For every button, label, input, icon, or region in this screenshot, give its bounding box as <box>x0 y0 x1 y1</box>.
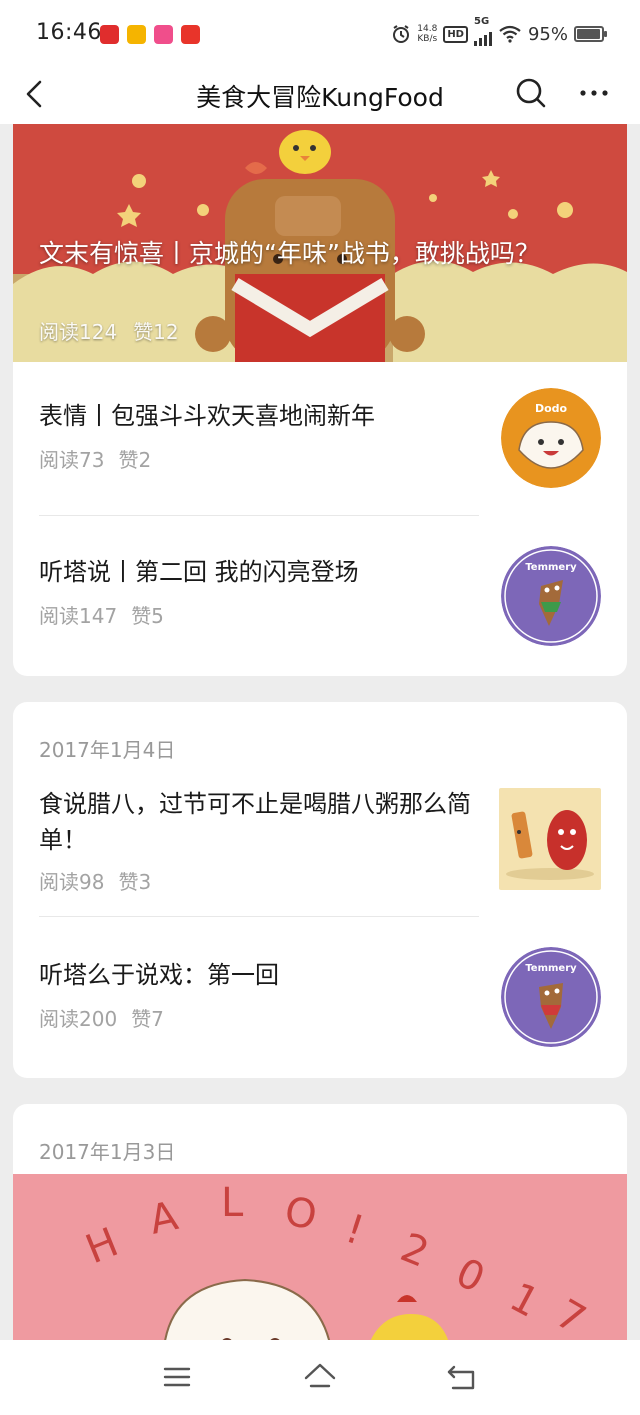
read-count: 阅读147 <box>39 604 118 628</box>
article-item[interactable]: 食说腊八，过节可不止是喝腊八粥那么简单！ 阅读98 赞3 <box>13 774 627 918</box>
temmery-character-image: Temmery <box>501 546 601 646</box>
dodo-dumpling-image: Dodo <box>501 388 601 488</box>
back-icon[interactable] <box>440 1356 482 1398</box>
app-notification-icon <box>100 25 119 44</box>
signal-indicator: 5G <box>473 16 492 46</box>
like-count: 赞7 <box>131 1007 164 1031</box>
thumb-badge: Dodo <box>535 402 568 415</box>
article-thumbnail: Dodo <box>501 388 601 488</box>
network-speed-unit: KB/s <box>417 34 438 44</box>
alarm-icon <box>393 25 410 43</box>
article-title: 食说腊八，过节可不止是喝腊八粥那么简单！ <box>39 790 471 854</box>
article-stats: 阅读200 赞7 <box>39 1003 164 1032</box>
article-stats: 阅读73 赞2 <box>39 444 151 473</box>
read-count: 阅读73 <box>39 448 105 472</box>
network-type: 5G <box>473 16 490 27</box>
search-icon[interactable] <box>512 74 550 112</box>
battery-icon <box>574 26 607 42</box>
thumb-badge: Temmery <box>525 562 577 573</box>
article-item[interactable]: 表情丨包强斗斗欢天喜地闹新年 阅读73 赞2 Dodo <box>13 362 627 516</box>
laba-characters-image <box>499 788 601 890</box>
article-stats: 阅读98 赞3 <box>39 866 151 895</box>
thumb-badge: Temmery <box>525 963 577 974</box>
article-title: 表情丨包强斗斗欢天喜地闹新年 <box>39 402 375 430</box>
article-title: 听塔说丨第二回 我的闪亮登场 <box>39 558 359 586</box>
read-count: 阅读124 <box>39 320 118 344</box>
status-indicators: 14.8 KB/s HD 5G 95% <box>391 16 607 46</box>
article-title: 听塔么于说戏：第一回 <box>39 961 279 989</box>
signal-bars-icon <box>473 28 492 46</box>
article-stats: 阅读147 赞5 <box>39 600 164 629</box>
app-notification-icon <box>154 25 173 44</box>
wifi-icon <box>499 25 521 43</box>
read-count: 阅读200 <box>39 1007 118 1031</box>
hd-badge: HD <box>443 25 468 43</box>
article-thumbnail <box>499 788 601 890</box>
page-title: 美食大冒险KungFood <box>196 83 444 112</box>
netease-music-notification-icon <box>181 25 200 44</box>
read-count: 阅读98 <box>39 870 105 894</box>
halo-2017-cover-image: H A L O ! 2 0 1 7 <box>13 1174 627 1340</box>
group-date: 2017年1月3日 <box>39 1140 176 1164</box>
network-speed: 14.8 KB/s <box>417 24 437 44</box>
top-nav-bar: 美食大冒险KungFood <box>0 66 640 124</box>
battery-percent: 95% <box>527 23 568 45</box>
chevron-left-icon[interactable] <box>18 76 54 112</box>
hero-article-stats: 阅读124 赞12 <box>39 316 179 345</box>
menu-icon[interactable] <box>156 1356 198 1398</box>
article-group: 2017年1月4日 食说腊八，过节可不止是喝腊八粥那么简单！ 阅读98 赞3 听… <box>13 702 627 1078</box>
more-icon[interactable] <box>576 78 612 108</box>
home-icon[interactable] <box>299 1356 341 1398</box>
article-thumbnail: Temmery <box>501 947 601 1047</box>
status-time: 16:46 <box>36 20 102 45</box>
article-group: 2017年1月3日 H A L O ! 2 0 1 7 <box>13 1104 627 1340</box>
article-item[interactable]: 听塔说丨第二回 我的闪亮登场 阅读147 赞5 Temmery <box>13 516 627 676</box>
group-date: 2017年1月4日 <box>39 738 176 762</box>
system-nav-bar <box>0 1340 640 1415</box>
article-list[interactable]: 文末有惊喜丨京城的“年味”战书，敢挑战吗？ 阅读124 赞12 表情丨包强斗斗欢天… <box>0 124 640 1340</box>
temmery-character-image: Temmery <box>501 947 601 1047</box>
article-group: 文末有惊喜丨京城的“年味”战书，敢挑战吗？ 阅读124 赞12 表情丨包强斗斗欢天… <box>13 124 627 676</box>
hero-article[interactable]: 文末有惊喜丨京城的“年味”战书，敢挑战吗？ 阅读124 赞12 <box>13 124 627 362</box>
like-count: 赞12 <box>133 320 179 344</box>
hero-article[interactable]: H A L O ! 2 0 1 7 <box>13 1174 627 1340</box>
article-thumbnail: Temmery <box>501 546 601 646</box>
article-item[interactable]: 听塔么于说戏：第一回 阅读200 赞7 Temmery <box>13 917 627 1078</box>
status-bar: 16:46 14.8 KB/s HD 5G 95% <box>0 0 640 66</box>
like-count: 赞3 <box>118 870 152 894</box>
hero-article-title: 文末有惊喜丨京城的“年味”战书，敢挑战吗？ <box>39 239 540 268</box>
network-speed-value: 14.8 <box>417 24 438 34</box>
svg-text:L: L <box>221 1180 244 1226</box>
weibo-notification-icon <box>127 25 146 44</box>
notification-app-icons <box>100 25 200 44</box>
like-count: 赞5 <box>131 604 164 628</box>
like-count: 赞2 <box>118 448 152 472</box>
